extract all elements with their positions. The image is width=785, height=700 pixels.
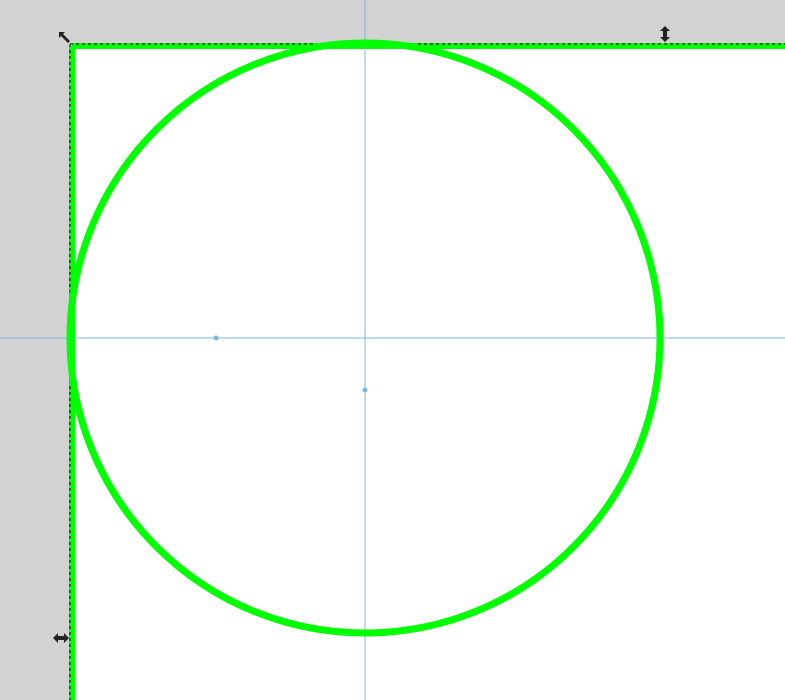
drawing-layer[interactable] <box>0 0 785 700</box>
resize-n-handle[interactable] <box>656 25 674 43</box>
guide-anchor-point[interactable] <box>213 335 219 341</box>
resize-nw-handle[interactable] <box>56 29 74 47</box>
horizontal-resize-arrow-icon <box>53 633 69 643</box>
canvas-workspace[interactable] <box>0 0 785 700</box>
resize-w-handle[interactable] <box>52 629 70 647</box>
diagonal-resize-arrow-icon <box>59 32 70 43</box>
rotation-center-point[interactable] <box>362 387 368 393</box>
vertical-resize-arrow-icon <box>660 26 670 42</box>
